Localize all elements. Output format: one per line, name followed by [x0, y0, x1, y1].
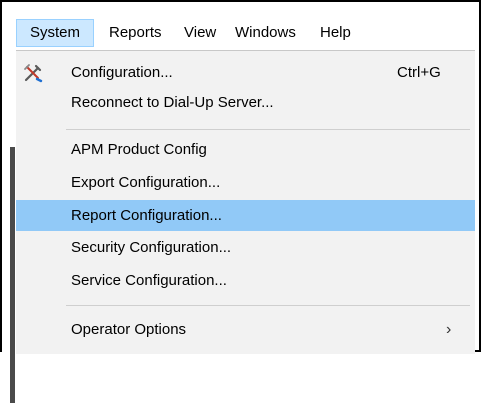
menu-item-service-configuration[interactable]: Service Configuration...	[16, 266, 475, 296]
menu-item-export-configuration[interactable]: Export Configuration...	[16, 168, 475, 198]
menu-windows[interactable]: Windows	[235, 20, 296, 46]
menu-bar: System Reports View Windows Help	[16, 15, 474, 51]
menu-item-label: Security Configuration...	[71, 239, 232, 256]
menu-item-report-configuration[interactable]: Report Configuration...	[16, 200, 475, 231]
menu-item-label: APM Product Config	[71, 141, 207, 158]
menu-separator	[66, 129, 470, 130]
menu-item-label: Service Configuration...	[71, 272, 227, 289]
menu-system[interactable]: System	[16, 19, 94, 47]
menu-item-label: Export Configuration...	[71, 174, 221, 191]
menu-reports[interactable]: Reports	[109, 20, 162, 46]
menu-view[interactable]: View	[184, 20, 216, 46]
tools-icon	[22, 62, 44, 84]
menu-item-apm-product-config[interactable]: APM Product Config	[16, 135, 475, 165]
menu-separator	[66, 305, 470, 306]
menu-item-label: Reconnect to Dial-Up Server...	[71, 94, 274, 111]
menu-help[interactable]: Help	[320, 20, 351, 46]
menu-item-reconnect-dialup[interactable]: Reconnect to Dial-Up Server...	[16, 88, 475, 118]
background-window-edge	[2, 51, 16, 403]
shortcut-label: Ctrl+G	[397, 64, 441, 81]
menu-item-security-configuration[interactable]: Security Configuration...	[16, 233, 475, 263]
menu-item-label: Configuration...	[71, 64, 173, 81]
menu-item-label: Report Configuration...	[71, 207, 222, 224]
menu-item-label: Operator Options	[71, 321, 187, 338]
menu-item-configuration[interactable]: Configuration... Ctrl+G	[16, 58, 475, 88]
menu-item-operator-options[interactable]: Operator Options ›	[16, 315, 475, 345]
background-window-border	[10, 147, 15, 403]
submenu-arrow-icon: ›	[446, 321, 452, 338]
application-window: System Reports View Windows Help Configu…	[0, 0, 481, 403]
system-dropdown-menu: Configuration... Ctrl+G Reconnect to Dia…	[16, 51, 475, 354]
